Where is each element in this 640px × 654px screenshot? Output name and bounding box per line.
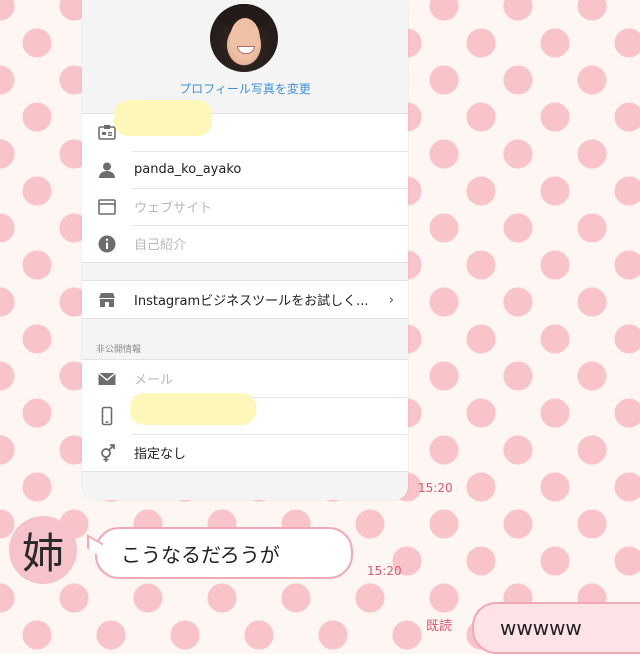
highlighter-mark-phone [130, 393, 256, 425]
gender-row[interactable]: 指定なし [82, 434, 408, 471]
gender-field[interactable]: 指定なし [134, 443, 186, 462]
gender-icon [96, 442, 118, 464]
sender-avatar[interactable]: 姉 [9, 516, 77, 584]
website-icon [96, 196, 118, 218]
received-message-text: こうなるだろうが [121, 542, 280, 567]
image-timestamp: 15:20 [418, 481, 453, 495]
sent-message-bubble[interactable]: wwwww [472, 602, 640, 654]
website-field[interactable]: ウェブサイト [134, 197, 212, 216]
store-icon [96, 289, 118, 311]
private-info-heading: 非公開情報 [96, 345, 142, 355]
sent-message-text: wwwww [500, 616, 582, 640]
highlighter-mark-name [114, 100, 212, 136]
email-field[interactable]: メール [134, 369, 173, 388]
read-receipt: 既読 [426, 619, 453, 634]
phone-icon [96, 405, 118, 427]
received-message-bubble[interactable]: こうなるだろうが [95, 527, 353, 579]
business-tools-row[interactable]: Instagramビジネスツールをお試しく... › [82, 281, 408, 318]
website-row[interactable]: ウェブサイト [82, 188, 408, 225]
business-tools-label: Instagramビジネスツールをお試しく... [134, 294, 369, 309]
bio-row[interactable]: 自己紹介 [82, 225, 408, 262]
username-field[interactable]: panda_ko_ayako [134, 162, 241, 177]
bio-field[interactable]: 自己紹介 [134, 234, 186, 253]
message-timestamp: 15:20 [367, 564, 402, 578]
info-icon [96, 233, 118, 255]
username-row[interactable]: panda_ko_ayako [82, 151, 408, 188]
chevron-right-icon: › [388, 293, 394, 308]
person-icon [96, 159, 118, 181]
email-row[interactable]: メール [82, 360, 408, 397]
instagram-profile-screenshot[interactable]: プロフィール写真を変更 panda_ko_ayako ウェブサイト 自己紹介 I… [82, 0, 408, 500]
business-section: Instagramビジネスツールをお試しく... › [82, 280, 408, 319]
mail-icon [96, 368, 118, 390]
change-profile-photo-link[interactable]: プロフィール写真を変更 [82, 80, 408, 97]
profile-photo[interactable] [210, 4, 278, 72]
